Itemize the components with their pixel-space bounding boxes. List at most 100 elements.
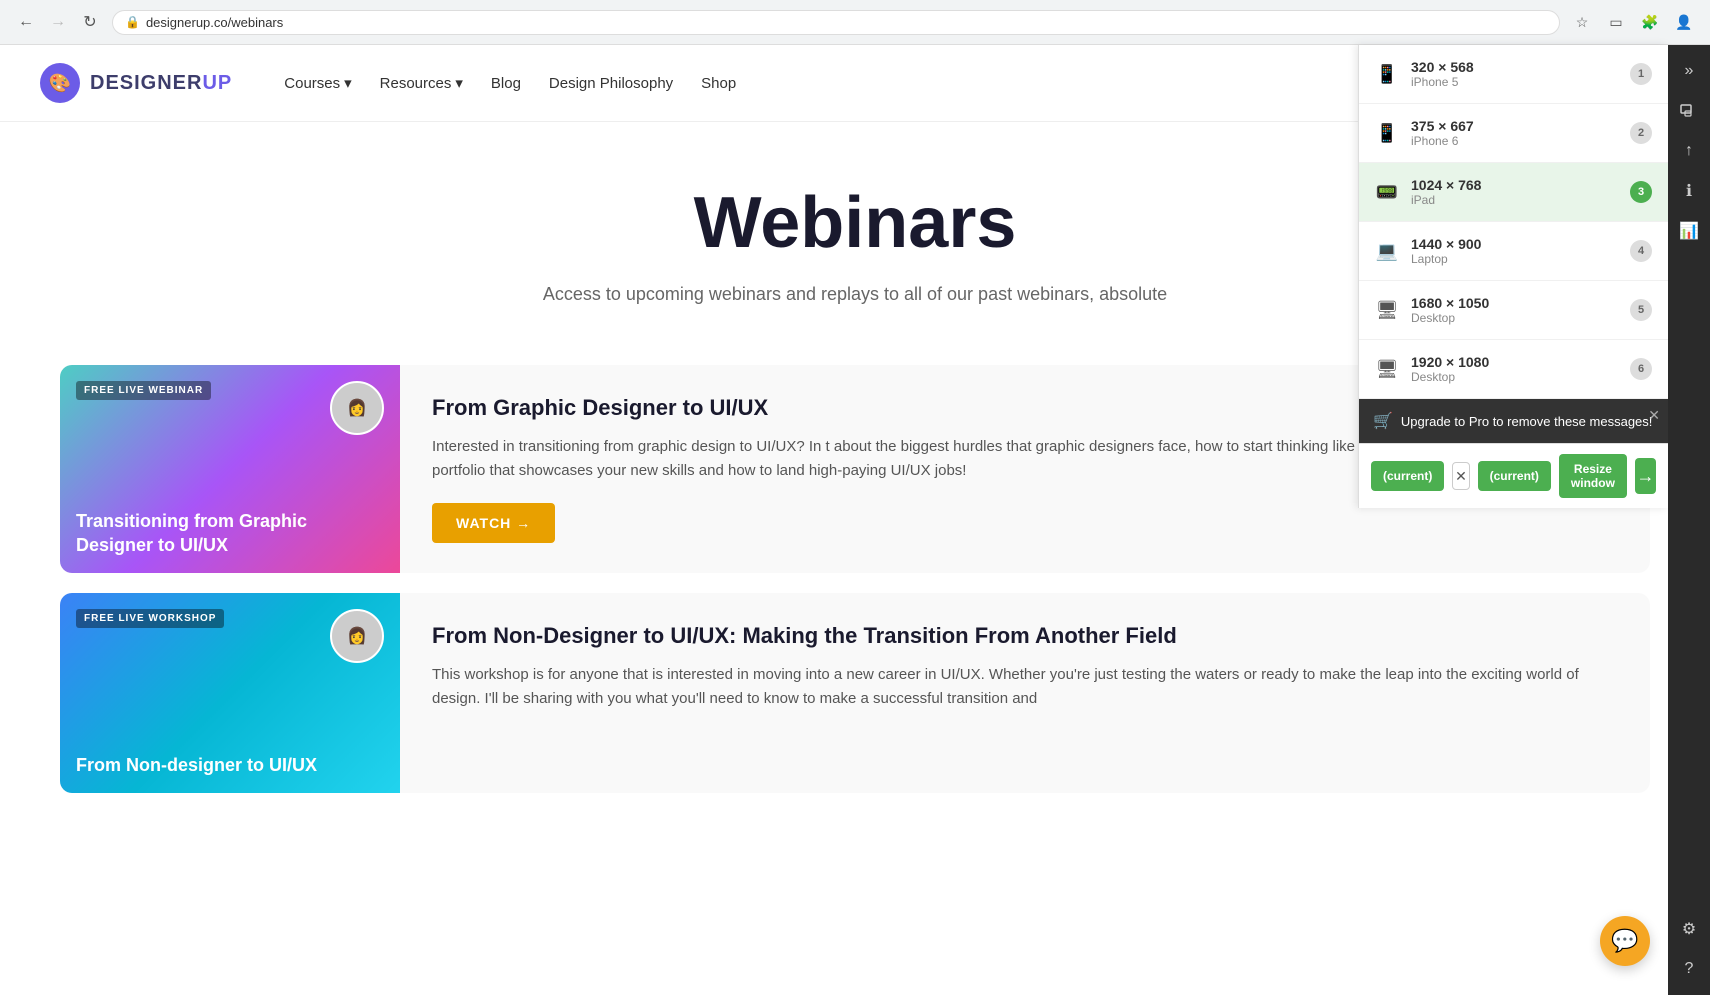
chevron-right-button[interactable]: » xyxy=(1671,53,1707,89)
nav-item-blog[interactable]: Blog xyxy=(491,75,521,92)
device-badge: 6 xyxy=(1630,358,1652,380)
logo-text: DESIGNERUP xyxy=(90,72,232,95)
monitor-icon: 🖥 xyxy=(1375,300,1399,321)
monitor-icon: 🖥 xyxy=(1375,359,1399,380)
chevron-down-icon: ▾ xyxy=(455,74,463,92)
go-button[interactable]: → xyxy=(1635,458,1656,494)
far-right-toolbar: » ↑ ℹ 📊 ⚙ ? xyxy=(1668,45,1710,995)
upgrade-close-button[interactable]: ✕ xyxy=(1648,407,1660,424)
device-size: 1920 × 1080 xyxy=(1411,354,1618,370)
device-badge: 2 xyxy=(1630,122,1652,144)
lock-icon: 🔒 xyxy=(125,15,140,29)
device-name: Desktop xyxy=(1411,370,1618,384)
chevron-down-icon: ▾ xyxy=(344,74,352,92)
webinar-thumb-title-2: From Non-designer to UI/UX xyxy=(76,754,317,777)
info-button[interactable]: ℹ xyxy=(1671,173,1707,209)
device-size: 320 × 568 xyxy=(1411,59,1618,75)
back-button[interactable]: ← xyxy=(12,8,40,36)
nav-item-resources[interactable]: Resources ▾ xyxy=(380,74,463,92)
webinar-avatar-1: 👩 xyxy=(330,381,384,435)
forward-button[interactable]: → xyxy=(44,8,72,36)
tablet-icon: 📟 xyxy=(1375,182,1399,203)
webinar-content-2: From Non-Designer to UI/UX: Making the T… xyxy=(400,593,1650,793)
device-name: Laptop xyxy=(1411,252,1618,266)
device-badge: 4 xyxy=(1630,240,1652,262)
address-bar[interactable]: 🔒 designerup.co/webinars xyxy=(112,10,1560,35)
device-size: 1680 × 1050 xyxy=(1411,295,1618,311)
device-name: iPhone 6 xyxy=(1411,134,1618,148)
nav-item-design-philosophy[interactable]: Design Philosophy xyxy=(549,75,673,92)
bookmark-button[interactable]: ☆ xyxy=(1568,8,1596,36)
settings-button[interactable]: ⚙ xyxy=(1671,911,1707,947)
device-info-laptop: 1440 × 900 Laptop xyxy=(1411,236,1618,266)
cast-button[interactable]: ▭ xyxy=(1602,8,1630,36)
upgrade-bar: 🛒 Upgrade to Pro to remove these message… xyxy=(1359,399,1668,443)
device-size: 375 × 667 xyxy=(1411,118,1618,134)
device-info-iphone5: 320 × 568 iPhone 5 xyxy=(1411,59,1618,89)
device-item-laptop[interactable]: 💻 1440 × 900 Laptop 4 xyxy=(1359,222,1668,281)
nav-links: Courses ▾ Resources ▾ Blog Design Philos… xyxy=(284,74,736,92)
webinar-avatar-2: 👩 xyxy=(330,609,384,663)
extensions-button[interactable]: 🧩 xyxy=(1636,8,1664,36)
device-list: 📱 320 × 568 iPhone 5 1 📱 375 × 667 iPhon… xyxy=(1359,45,1668,399)
device-item-iphone6[interactable]: 📱 375 × 667 iPhone 6 2 xyxy=(1359,104,1668,163)
webinar-card-2: FREE LIVE WORKSHOP 👩 From Non-designer t… xyxy=(60,593,1650,793)
reload-button[interactable]: ↻ xyxy=(76,8,104,36)
device-badge: 5 xyxy=(1630,299,1652,321)
nav-item-courses[interactable]: Courses ▾ xyxy=(284,74,351,92)
browser-toolbar: ← → ↻ 🔒 designerup.co/webinars ☆ ▭ 🧩 👤 xyxy=(0,0,1710,44)
device-item-desktop2[interactable]: 🖥 1920 × 1080 Desktop 6 xyxy=(1359,340,1668,399)
logo-icon: 🎨 xyxy=(40,63,80,103)
device-name: iPad xyxy=(1411,193,1618,207)
cart-icon: 🛒 xyxy=(1373,411,1393,431)
help-button[interactable]: ? xyxy=(1671,951,1707,987)
nav-courses-label: Courses xyxy=(284,75,340,92)
browser-actions: ☆ ▭ 🧩 👤 xyxy=(1568,8,1698,36)
responsive-view-button[interactable] xyxy=(1671,93,1707,129)
webinar-badge-1: FREE LIVE WEBINAR xyxy=(76,381,211,400)
watch-button-1[interactable]: WATCH → xyxy=(432,503,555,543)
nav-philosophy-label: Design Philosophy xyxy=(549,75,673,92)
webinar-thumb-title-1: Transitioning from Graphic Designer to U… xyxy=(76,510,384,557)
arrow-up-button[interactable]: ↑ xyxy=(1671,133,1707,169)
nav-resources-label: Resources xyxy=(380,75,452,92)
logo-area: 🎨 DESIGNERUP xyxy=(40,63,232,103)
nav-item-shop[interactable]: Shop xyxy=(701,75,736,92)
cancel-resize-button[interactable]: ✕ xyxy=(1452,462,1469,490)
chat-button[interactable]: 💬 xyxy=(1600,916,1650,966)
device-panel: 📱 320 × 568 iPhone 5 1 📱 375 × 667 iPhon… xyxy=(1358,45,1668,508)
webinar-thumbnail-1: FREE LIVE WEBINAR 👩 Transitioning from G… xyxy=(60,365,400,573)
current-button-1[interactable]: (current) xyxy=(1371,461,1444,491)
device-size: 1440 × 900 xyxy=(1411,236,1618,252)
url-text: designerup.co/webinars xyxy=(146,15,283,30)
device-info-ipad: 1024 × 768 iPad xyxy=(1411,177,1618,207)
hero-subtitle: Access to upcoming webinars and replays … xyxy=(505,284,1205,305)
device-info-desktop2: 1920 × 1080 Desktop xyxy=(1411,354,1618,384)
laptop-icon: 💻 xyxy=(1375,241,1399,262)
device-item-ipad[interactable]: 📟 1024 × 768 iPad 3 xyxy=(1359,163,1668,222)
browser-chrome: ← → ↻ 🔒 designerup.co/webinars ☆ ▭ 🧩 👤 xyxy=(0,0,1710,45)
phone-icon: 📱 xyxy=(1375,123,1399,144)
device-info-iphone6: 375 × 667 iPhone 6 xyxy=(1411,118,1618,148)
device-name: iPhone 5 xyxy=(1411,75,1618,89)
webinar-thumbnail-2: FREE LIVE WORKSHOP 👩 From Non-designer t… xyxy=(60,593,400,793)
phone-icon: 📱 xyxy=(1375,64,1399,85)
device-name: Desktop xyxy=(1411,311,1618,325)
resize-window-button[interactable]: Resize window xyxy=(1559,454,1627,498)
profile-button[interactable]: 👤 xyxy=(1670,8,1698,36)
nav-shop-label: Shop xyxy=(701,75,736,92)
resize-row: (current) ✕ (current) Resize window → xyxy=(1359,443,1668,508)
device-item-iphone5[interactable]: 📱 320 × 568 iPhone 5 1 xyxy=(1359,45,1668,104)
chart-button[interactable]: 📊 xyxy=(1671,213,1707,249)
current-button-2[interactable]: (current) xyxy=(1478,461,1551,491)
webinar-badge-2: FREE LIVE WORKSHOP xyxy=(76,609,224,628)
device-item-desktop1[interactable]: 🖥 1680 × 1050 Desktop 5 xyxy=(1359,281,1668,340)
webinar-title-2: From Non-Designer to UI/UX: Making the T… xyxy=(432,623,1618,649)
device-badge-active: 3 xyxy=(1630,181,1652,203)
webinar-desc-2: This workshop is for anyone that is inte… xyxy=(432,663,1618,711)
nav-blog-label: Blog xyxy=(491,75,521,92)
device-info-desktop1: 1680 × 1050 Desktop xyxy=(1411,295,1618,325)
upgrade-message: Upgrade to Pro to remove these messages! xyxy=(1401,414,1652,429)
device-size: 1024 × 768 xyxy=(1411,177,1618,193)
page-wrapper: 🎨 DESIGNERUP Courses ▾ Resources ▾ Blog … xyxy=(0,45,1710,995)
